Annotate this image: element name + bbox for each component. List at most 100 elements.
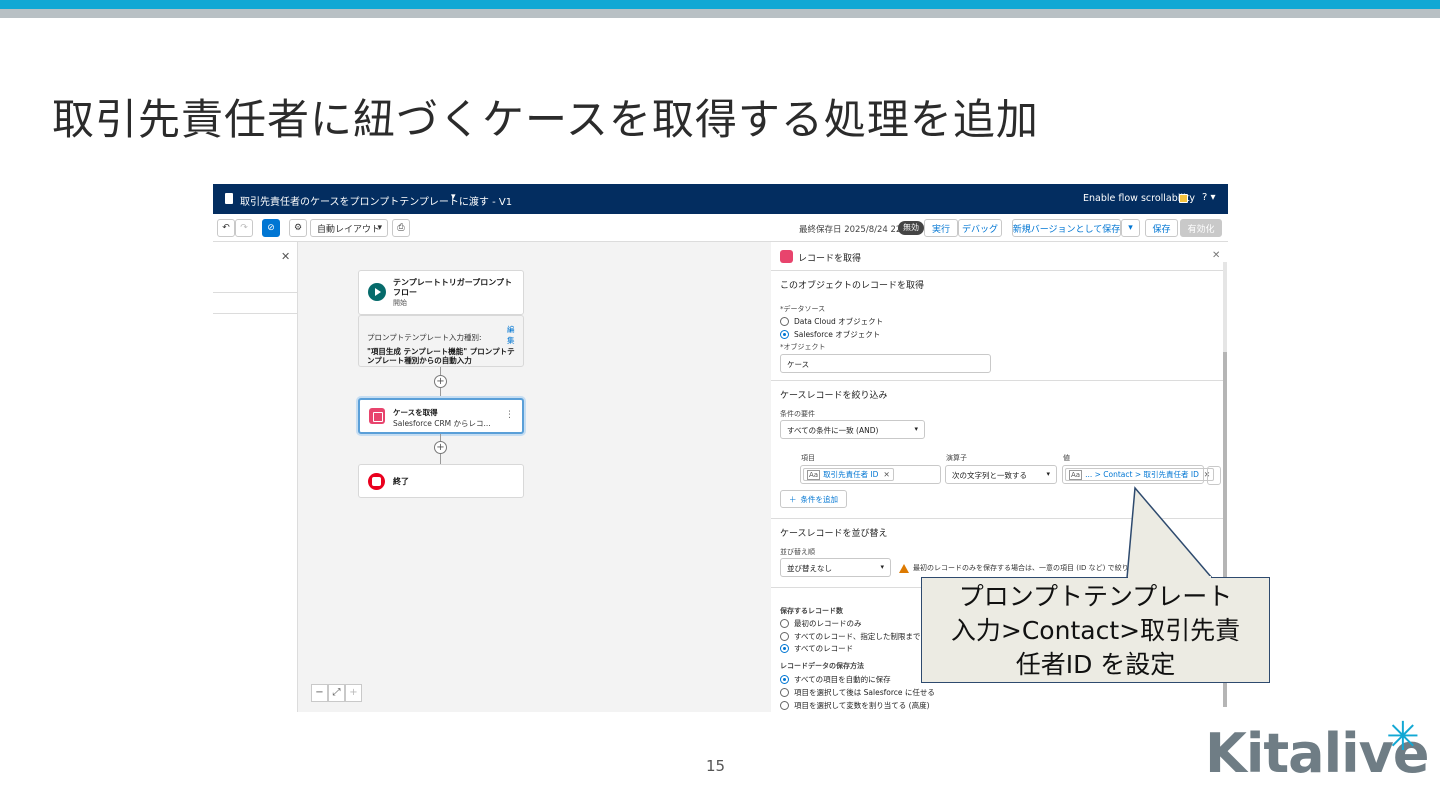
print-button[interactable]: ⎙ bbox=[392, 219, 410, 237]
radio-button[interactable] bbox=[780, 701, 789, 710]
value-column-label: 値 bbox=[1063, 454, 1070, 462]
page-number: 15 bbox=[706, 757, 726, 775]
radio-button[interactable] bbox=[780, 675, 789, 684]
start-node-details: プロンプトテンプレート入力種別: 編集 "項目生成 テンプレート機能" プロンプ… bbox=[358, 315, 524, 367]
radio-label: すべてのレコード bbox=[794, 644, 854, 653]
slide-top-accent-bar bbox=[0, 0, 1440, 9]
count-all-records[interactable]: すべてのレコード bbox=[780, 643, 853, 654]
start-input-label: プロンプトテンプレート入力種別: bbox=[367, 333, 482, 342]
section-get-records: このオブジェクトのレコードを取得 bbox=[780, 281, 925, 291]
condition-requirement-select[interactable]: すべての条件に一致 (AND) ▾ bbox=[780, 420, 925, 439]
slide-title: 取引先責任者に紐づくケースを取得する処理を追加 bbox=[52, 95, 1039, 144]
radio-button[interactable] bbox=[780, 688, 789, 697]
callout-line-3: 任者ID を設定 bbox=[1015, 650, 1176, 679]
radio-button[interactable] bbox=[780, 317, 789, 326]
save-button[interactable]: 保存 bbox=[1145, 219, 1178, 237]
chevron-down-icon: ▾ bbox=[1046, 470, 1050, 478]
sort-warning: 最初のレコードのみを保存する場合は、一意の項目 (ID など) で絞り込 bbox=[899, 563, 1136, 573]
settings-button[interactable]: ⚙ bbox=[289, 219, 307, 237]
chevron-down-icon[interactable]: ▾ bbox=[451, 192, 456, 202]
data-source-salesforce[interactable]: Salesforce オブジェクト bbox=[780, 329, 880, 340]
record-count-label: 保存するレコード数 bbox=[780, 607, 843, 615]
more-actions-icon[interactable]: ⋮ bbox=[505, 410, 514, 420]
start-node[interactable]: テンプレートトリガープロンプトフロー 開始 bbox=[358, 270, 524, 315]
flow-canvas[interactable]: テンプレートトリガープロンプトフロー 開始 プロンプトテンプレート入力種別: 編… bbox=[298, 242, 771, 712]
start-input-edit-link[interactable]: 編集 bbox=[507, 324, 515, 346]
text-type-icon: Aa bbox=[1069, 469, 1083, 480]
select-value: 並び替えなし bbox=[787, 564, 832, 573]
get-node-title: ケースを取得 bbox=[393, 408, 438, 417]
close-icon[interactable]: ✕ bbox=[281, 250, 290, 263]
radio-button[interactable] bbox=[780, 330, 789, 339]
radio-label: Data Cloud オブジェクト bbox=[794, 317, 884, 326]
start-node-subtitle: 開始 bbox=[393, 299, 407, 307]
left-toolbox-panel: ✕ bbox=[213, 242, 298, 712]
callout-pointer-join bbox=[1128, 576, 1211, 579]
save-as-new-version-button[interactable]: 新規バージョンとして保存 bbox=[1012, 219, 1121, 237]
add-element-button[interactable]: + bbox=[434, 441, 447, 454]
data-source-data-cloud[interactable]: Data Cloud オブジェクト bbox=[780, 316, 883, 327]
field-pill[interactable]: Aa 取引先責任者 ID ✕ bbox=[803, 468, 894, 481]
sort-order-select[interactable]: 並び替えなし ▾ bbox=[780, 558, 891, 577]
help-icon: ? bbox=[1202, 192, 1208, 203]
zoom-in-button[interactable]: + bbox=[345, 684, 362, 702]
activate-button[interactable]: 有効化 bbox=[1180, 219, 1222, 237]
object-input[interactable]: ケース bbox=[780, 354, 991, 373]
store-choose-fields-variables[interactable]: 項目を選択して変数を割り当てる (高度) bbox=[780, 700, 930, 711]
save-options-dropdown[interactable]: ▾ bbox=[1121, 219, 1140, 237]
divider bbox=[771, 380, 1223, 381]
fit-view-button[interactable]: ⤢ bbox=[328, 684, 345, 702]
help-button[interactable]: ? ▾ bbox=[1202, 192, 1216, 203]
stop-icon bbox=[368, 473, 385, 490]
redo-button[interactable]: ↷ bbox=[235, 219, 253, 237]
start-node-title: テンプレートトリガープロンプトフロー bbox=[393, 278, 513, 297]
radio-button[interactable] bbox=[780, 644, 789, 653]
radio-button[interactable] bbox=[780, 632, 789, 641]
undo-button[interactable]: ↶ bbox=[217, 219, 235, 237]
add-element-button[interactable]: + bbox=[434, 375, 447, 388]
run-button[interactable]: 実行 bbox=[924, 219, 958, 237]
add-condition-label: 条件を追加 bbox=[800, 494, 839, 504]
callout-annotation: プロンプトテンプレート 入力>Contact>取引先責 任者ID を設定 bbox=[921, 577, 1270, 683]
end-node[interactable]: 終了 bbox=[358, 464, 524, 498]
store-method-label: レコードデータの保存方法 bbox=[780, 662, 864, 670]
text-type-icon: Aa bbox=[807, 469, 821, 480]
zoom-out-button[interactable]: − bbox=[311, 684, 328, 702]
gear-icon: ⚙ bbox=[293, 223, 303, 233]
chevron-down-icon: ▾ bbox=[1128, 223, 1133, 233]
field-column-label: 項目 bbox=[801, 454, 815, 462]
warning-icon bbox=[899, 563, 909, 573]
layout-select[interactable]: 自動レイアウト ▾ bbox=[310, 219, 388, 237]
filter-value-input[interactable]: Aa... > Contact > 取引先責任者 ID ✕ bbox=[1062, 465, 1215, 484]
plus-icon: ＋ bbox=[789, 494, 797, 504]
close-icon[interactable]: ✕ bbox=[883, 470, 889, 479]
divider bbox=[771, 518, 1223, 519]
radio-label: 最初のレコードのみ bbox=[794, 619, 862, 628]
filter-field-input[interactable]: Aa 取引先責任者 ID ✕ bbox=[800, 465, 941, 484]
chevron-down-icon: ▾ bbox=[914, 425, 918, 433]
data-source-label: *データソース bbox=[780, 305, 826, 313]
chevron-down-icon: ▾ bbox=[377, 223, 382, 233]
status-badge: 無効 bbox=[898, 221, 924, 235]
get-node-subtitle: Salesforce CRM からレコ... bbox=[393, 419, 491, 428]
debug-button[interactable]: デバッグ bbox=[958, 219, 1002, 237]
get-records-node[interactable]: ケースを取得 Salesforce CRM からレコ... ⋮ bbox=[358, 398, 524, 434]
document-icon bbox=[225, 193, 233, 204]
store-choose-fields-auto[interactable]: 項目を選択して後は Salesforce に任せる bbox=[780, 687, 935, 698]
delete-condition-button[interactable] bbox=[1207, 466, 1221, 485]
radio-label: 項目を選択して後は Salesforce に任せる bbox=[794, 688, 935, 697]
filter-operator-select[interactable]: 次の文字列と一致する ▾ bbox=[945, 465, 1057, 484]
count-all-records-limit[interactable]: すべてのレコード、指定した制限まで bbox=[780, 631, 920, 642]
select-mode-button[interactable]: ⊘ bbox=[262, 219, 280, 237]
radio-button[interactable] bbox=[780, 619, 789, 628]
close-icon[interactable]: ✕ bbox=[1212, 250, 1220, 261]
value-pill[interactable]: Aa... > Contact > 取引先責任者 ID ✕ bbox=[1065, 468, 1215, 481]
scroll-toggle-checkbox[interactable] bbox=[1179, 194, 1188, 203]
add-condition-button[interactable]: ＋条件を追加 bbox=[780, 490, 847, 508]
start-input-value: "項目生成 テンプレート機能" プロンプトテンプレート種別からの自動入力 bbox=[367, 347, 515, 365]
callout-line-1: プロンプトテンプレート bbox=[958, 582, 1233, 611]
flow-title[interactable]: 取引先責任者のケースをプロンプトテンプレートに渡す - V1 bbox=[240, 193, 512, 208]
get-records-icon bbox=[780, 250, 793, 263]
store-auto-all-fields[interactable]: すべての項目を自動的に保存 bbox=[780, 674, 891, 685]
count-first-record[interactable]: 最初のレコードのみ bbox=[780, 618, 862, 629]
